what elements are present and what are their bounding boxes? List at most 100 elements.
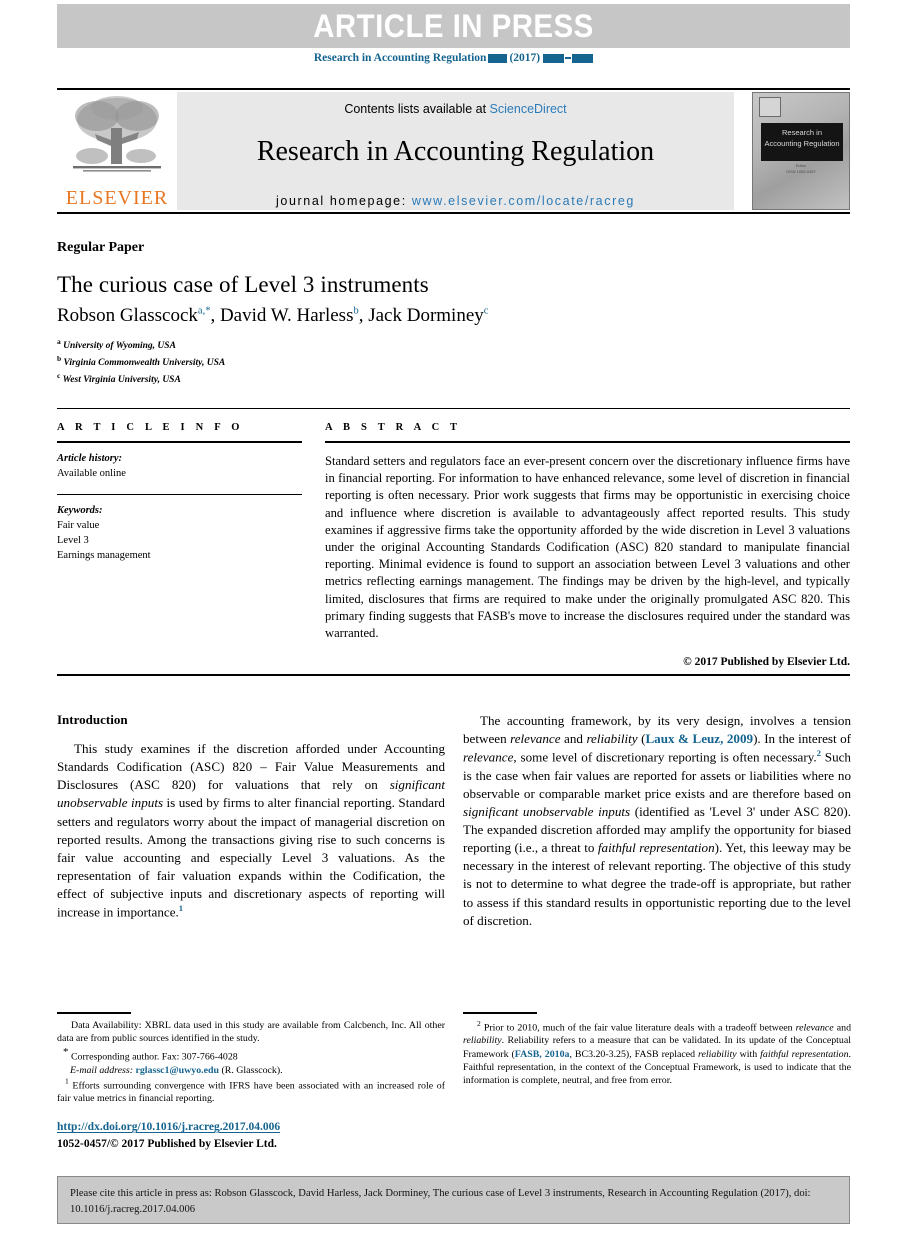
abstract-text: Standard setters and regulators face an … <box>325 454 850 640</box>
intro-right-part4: ). In the interest of <box>753 731 852 747</box>
introduction-heading: Introduction <box>57 712 128 727</box>
affiliation-mark-0: a <box>57 337 61 346</box>
footnote-2-part-b: and <box>833 1022 852 1034</box>
masthead-center: Contents lists available at ScienceDirec… <box>177 92 734 210</box>
article-info-heading: A R T I C L E I N F O <box>57 422 244 433</box>
footnote-2-part-e: with <box>736 1048 761 1060</box>
journal-masthead: ELSEVIER Contents lists available at Sci… <box>57 92 850 210</box>
journal-reference-year: (2017) <box>509 52 541 64</box>
footnote-2-mark: 2 <box>477 1019 481 1028</box>
email-address-label: E-mail address: <box>70 1064 133 1076</box>
footnote-2-part-a: Prior to 2010, much of the fair value li… <box>483 1022 796 1034</box>
page-start-placeholder-block <box>543 53 565 63</box>
journal-reference-title: Research in Accounting Regulation <box>313 52 487 64</box>
article-history-block: Article history: Available online <box>57 443 302 482</box>
footnote-ref-1[interactable]: 1 <box>179 903 183 913</box>
please-cite-text: Please cite this article in press as: Ro… <box>70 1188 811 1215</box>
footnote-2-part-d: , BC3.20-3.25), FASB replaced <box>569 1048 699 1060</box>
keywords-block: Keywords: Fair value Level 3 Earnings ma… <box>57 495 302 564</box>
footnote-corresponding-author: * Corresponding author. Fax: 307-766-402… <box>57 1045 445 1077</box>
keyword-item: Fair value <box>57 519 100 531</box>
keywords-label: Keywords: <box>57 504 103 516</box>
affiliation-item: b Virginia Commonwealth University, USA <box>57 354 225 371</box>
footnote-column-right: 2 Prior to 2010, much of the fair value … <box>463 1019 851 1087</box>
elsevier-wordmark: ELSEVIER <box>65 187 169 209</box>
abstract-heading: A B S T R A C T <box>325 422 462 433</box>
masthead-bottom-rule <box>57 212 850 214</box>
body-column-right: The accounting framework, by its very de… <box>463 712 851 930</box>
keyword-item: Level 3 <box>57 534 89 546</box>
footnote-column-left: Data Availability: XBRL data used in thi… <box>57 1019 445 1106</box>
affiliation-mark-1: b <box>57 353 62 363</box>
keyword-item: Earnings management <box>57 549 151 561</box>
contents-lists-line: Contents lists available at ScienceDirec… <box>344 102 566 116</box>
footnote-data-availability: Data Availability: XBRL data used in thi… <box>57 1020 445 1045</box>
article-history-value: Available online <box>57 467 126 479</box>
info-section-top-rule <box>57 408 850 409</box>
footnote-2-italic-2: reliability <box>463 1035 502 1047</box>
elsevier-tree-icon <box>73 96 161 172</box>
article-history-label: Article history: <box>57 453 123 464</box>
intro-right-italic3: relevance <box>463 749 514 765</box>
issn-copyright-line: 1052-0457/© 2017 Published by Elsevier L… <box>57 1138 277 1150</box>
affiliation-item: c West Virginia University, USA <box>57 371 225 388</box>
citation-link-laux-leuz[interactable]: Laux & Leuz, 2009 <box>645 731 753 746</box>
intro-right-italic2: reliability <box>586 731 638 747</box>
journal-title: Research in Accounting Regulation <box>256 136 655 167</box>
corresponding-author-text: Corresponding author. Fax: 307-766-4028 <box>70 1051 238 1063</box>
intro-right-italic5: faithful representation <box>597 840 715 856</box>
abstract-copyright: © 2017 Published by Elsevier Ltd. <box>683 656 850 669</box>
footnote-1-text: Efforts surrounding convergence with IFR… <box>57 1080 446 1105</box>
email-link[interactable]: rglassc1@uwyo.edu <box>135 1065 219 1076</box>
footnote-2: 2 Prior to 2010, much of the fair value … <box>463 1019 851 1087</box>
affiliation-mark-2: c <box>57 370 61 380</box>
sciencedirect-link[interactable]: ScienceDirect <box>490 102 567 116</box>
author-name-0: Robson Glasscock <box>57 305 198 326</box>
affiliation-item: a University of Wyoming, USA <box>57 337 225 354</box>
citation-link-fasb[interactable]: FASB, 2010a <box>515 1049 570 1060</box>
article-in-press-banner: ARTICLE IN PRESS <box>57 4 850 48</box>
footnote-2-italic-1: relevance <box>795 1022 834 1034</box>
please-cite-box: Please cite this article in press as: Ro… <box>57 1176 850 1224</box>
footnote-2-italic-4: faithful representation <box>760 1048 849 1060</box>
intro-right-italic4: significant unobservable inputs <box>463 803 631 819</box>
body-column-left: Introduction This study examines if the … <box>57 712 445 922</box>
journal-homepage-url[interactable]: www.elsevier.com/locate/racreg <box>412 194 635 208</box>
footnote-1: 1 Efforts surrounding convergence with I… <box>57 1077 445 1106</box>
doi-link[interactable]: http://dx.doi.org/10.1016/j.racreg.2017.… <box>57 1121 280 1133</box>
page-end-placeholder-block <box>572 53 594 63</box>
intro-right-part5: , some level of discretionary reporting … <box>513 749 817 765</box>
paper-page: ARTICLE IN PRESS Research in Accounting … <box>0 0 907 1238</box>
footnote-rule-right <box>463 1012 537 1014</box>
abstract-bottom-rule <box>57 674 850 676</box>
article-type-label: Regular Paper <box>57 240 145 255</box>
affiliation-text-2: West Virginia University, USA <box>62 375 181 385</box>
volume-placeholder-block <box>488 53 508 63</box>
cover-subtitle: Editor ISSN 1052-0457 <box>753 163 849 174</box>
footnote-rule-left <box>57 1012 131 1014</box>
corresponding-author-mark: * <box>63 1046 69 1059</box>
footnote-2-italic-3: reliability <box>698 1048 737 1060</box>
intro-right-italic1: relevance <box>510 731 561 747</box>
masthead-top-rule <box>57 88 850 90</box>
footnote-1-mark: 1 <box>65 1076 69 1086</box>
introduction-paragraph-left: This study examines if the discretion af… <box>57 740 445 922</box>
contents-lists-prefix: Contents lists available at <box>344 102 487 116</box>
journal-cover-thumbnail: Research in Accounting Regulation Editor… <box>752 92 850 210</box>
author-list: Robson Glasscocka,*, David W. Harlessb, … <box>57 305 489 326</box>
cover-sub-line2: ISSN 1052-0457 <box>786 168 816 174</box>
affiliation-text-1: Virginia Commonwealth University, USA <box>63 358 226 369</box>
cover-title-line2: Accounting Regulation <box>764 138 840 148</box>
journal-homepage-line: journal homepage: www.elsevier.com/locat… <box>276 194 635 208</box>
affiliation-list: a University of Wyoming, USA b Virginia … <box>57 337 225 388</box>
intro-right-part2: and <box>560 731 587 747</box>
page-title: The curious case of Level 3 instruments <box>57 272 429 297</box>
email-suffix: (R. Glasscock). <box>221 1064 283 1076</box>
author-name-1: David W. Harless <box>219 305 354 326</box>
introduction-paragraph-right: The accounting framework, by its very de… <box>463 712 851 930</box>
article-info-column: A R T I C L E I N F O Article history: A… <box>57 422 302 563</box>
journal-homepage-label: journal homepage: <box>276 194 407 208</box>
article-in-press-label: ARTICLE IN PRESS <box>313 7 594 44</box>
journal-reference-line: Research in Accounting Regulation (2017) <box>0 52 907 64</box>
intro-left-part1: This study examines if the discretion af… <box>57 741 445 793</box>
